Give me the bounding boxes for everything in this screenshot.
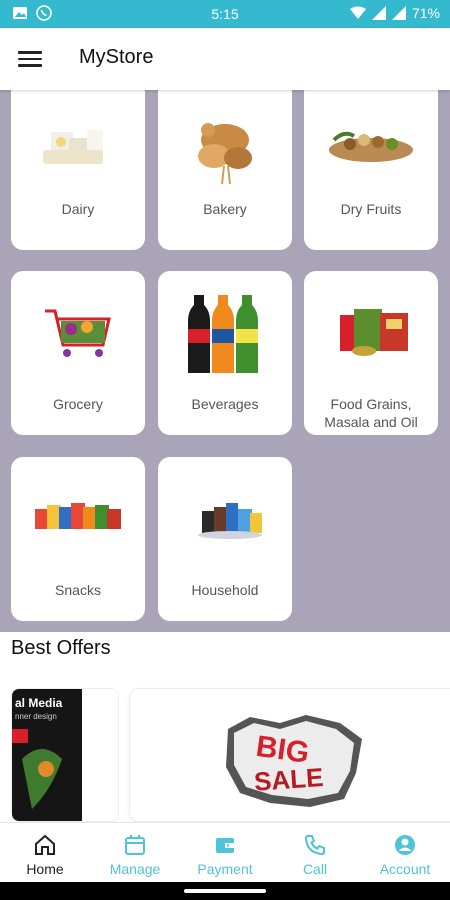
category-label-beverages: Beverages: [191, 396, 259, 412]
category-card-bakery[interactable]: Bakery: [158, 90, 292, 250]
offer-banner-media[interactable]: al Media nner design: [11, 688, 119, 822]
home-icon: [35, 834, 55, 855]
wifi-icon: [349, 6, 366, 19]
nav-call-label: Call: [302, 861, 328, 877]
bottom-navigation: Home Manage Payment Call Account: [0, 822, 450, 882]
big-sale-image: BIG SALE: [226, 715, 362, 807]
offer-banner-big-sale[interactable]: BIG SALE: [129, 688, 450, 822]
category-card-household[interactable]: Household: [158, 457, 292, 621]
beverages-image: [188, 295, 258, 373]
system-navigation-bar: [0, 882, 450, 900]
category-label-dairy: Dairy: [61, 201, 95, 217]
media-banner-subtext: nner design: [15, 712, 57, 721]
category-card-snacks[interactable]: Snacks: [11, 457, 145, 621]
category-card-beverages[interactable]: Beverages: [158, 271, 292, 435]
best-offers-title: Best Offers: [11, 637, 111, 659]
battery-percent: 71%: [411, 5, 440, 21]
wallet-icon: [216, 838, 234, 853]
app-bar: MyStore: [0, 28, 450, 90]
dry-fruits-image: [329, 131, 413, 162]
nav-payment-label: Payment: [197, 861, 253, 877]
bakery-image: [198, 123, 252, 185]
category-label-snacks: Snacks: [55, 582, 101, 598]
food-grains-image: [340, 309, 408, 356]
nav-call[interactable]: Call: [270, 823, 360, 882]
category-label-bakery: Bakery: [203, 201, 247, 217]
snacks-image: [35, 503, 121, 529]
category-label-dry-fruits: Dry Fruits: [340, 201, 402, 217]
category-label-grocery: Grocery: [53, 396, 103, 412]
dairy-image: [43, 130, 103, 164]
status-bar: 5:15 71%: [0, 0, 450, 28]
category-card-dairy[interactable]: Dairy: [11, 90, 145, 250]
category-card-grocery[interactable]: Grocery: [11, 271, 145, 435]
nav-home-label: Home: [26, 861, 64, 877]
category-card-dry-fruits[interactable]: Dry Fruits: [304, 90, 438, 250]
app-title: MyStore: [79, 46, 154, 68]
signal-icon: [371, 6, 386, 20]
nav-manage[interactable]: Manage: [90, 823, 180, 882]
menu-icon[interactable]: [14, 46, 46, 72]
category-grid: Dairy Bakery Dry Fruits Grocery Beverage…: [0, 90, 450, 632]
nav-account-label: Account: [379, 861, 431, 877]
media-banner-text: al Media: [15, 696, 63, 710]
media-banner-image: al Media nner design: [12, 689, 118, 821]
signal-icon-2: [391, 6, 406, 20]
sale-text: SALE: [253, 762, 324, 797]
nav-home[interactable]: Home: [0, 823, 90, 882]
account-icon: [395, 835, 415, 855]
nav-manage-label: Manage: [109, 861, 161, 877]
nav-account[interactable]: Account: [360, 823, 450, 882]
category-card-food-grains[interactable]: Food Grains, Masala and Oil: [304, 271, 438, 435]
system-icons: 71%: [349, 5, 440, 21]
home-gesture-pill[interactable]: [184, 889, 266, 893]
category-label-household: Household: [191, 582, 259, 598]
category-label-food-grains: Food Grains, Masala and Oil: [324, 396, 418, 430]
calendar-icon: [125, 835, 145, 855]
nav-payment[interactable]: Payment: [180, 823, 270, 882]
grocery-cart-image: [45, 309, 111, 357]
phone-icon: [304, 835, 325, 856]
household-image: [198, 503, 262, 539]
